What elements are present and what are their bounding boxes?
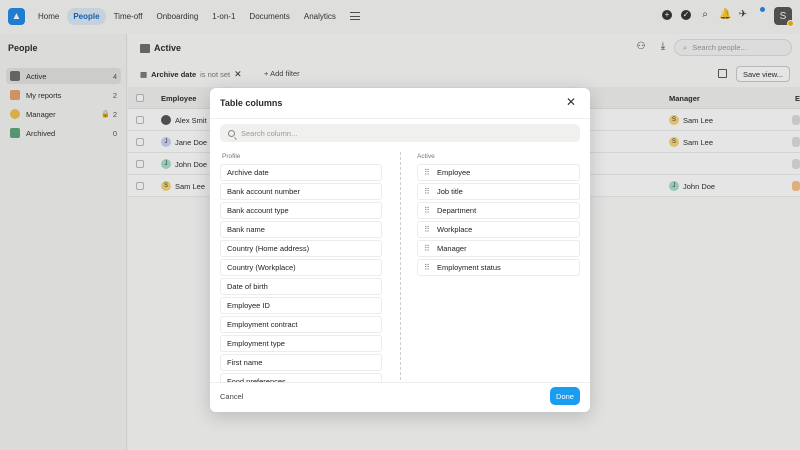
list-item[interactable]: Bank name (220, 221, 382, 238)
drag-handle-icon[interactable]: ⠿ (424, 206, 431, 215)
list-item[interactable]: Date of birth (220, 278, 382, 295)
active-columns-list: ⠿ Employee ⠿ Job title ⠿ Department ⠿ Wo… (417, 164, 580, 278)
cancel-button[interactable]: Cancel (220, 392, 243, 401)
active-column-label: Department (437, 206, 477, 215)
list-item[interactable]: First name (220, 354, 382, 371)
list-item[interactable]: Employment contract (220, 316, 382, 333)
active-column-label: Employee (437, 168, 471, 177)
profile-section-label: Profile (222, 153, 241, 160)
active-column-item[interactable]: ⠿ Employee (417, 164, 580, 181)
active-column-label: Manager (437, 244, 467, 253)
drag-handle-icon[interactable]: ⠿ (424, 244, 431, 253)
active-section-label: Active (417, 153, 435, 160)
active-column-item[interactable]: ⠿ Job title (417, 183, 580, 200)
list-item[interactable]: Bank account type (220, 202, 382, 219)
active-column-item[interactable]: ⠿ Department (417, 202, 580, 219)
close-icon[interactable]: ✕ (565, 96, 577, 108)
dialog-title: Table columns (220, 98, 283, 108)
drag-handle-icon[interactable]: ⠿ (424, 187, 431, 196)
divider (210, 118, 590, 119)
drag-handle-icon[interactable]: ⠿ (424, 168, 431, 177)
column-search-placeholder: Search column... (241, 128, 298, 138)
active-column-item[interactable]: ⠿ Manager (417, 240, 580, 257)
list-item[interactable]: Archive date (220, 164, 382, 181)
list-item[interactable]: Bank account number (220, 183, 382, 200)
active-column-item[interactable]: ⠿ Workplace (417, 221, 580, 238)
active-column-label: Job title (437, 187, 463, 196)
drag-handle-icon[interactable]: ⠿ (424, 263, 431, 272)
search-icon (228, 129, 235, 137)
table-columns-dialog: Table columns ✕ Search column... Profile… (210, 88, 590, 412)
active-column-label: Workplace (437, 225, 473, 234)
list-item[interactable]: Employment type (220, 335, 382, 352)
active-column-item[interactable]: ⠿ Employment status (417, 259, 580, 276)
column-search-input[interactable]: Search column... (220, 124, 580, 142)
dialog-footer: Cancel Done (210, 382, 590, 412)
list-item[interactable]: Country (Workplace) (220, 259, 382, 276)
column-divider (400, 152, 401, 380)
list-item[interactable]: Country (Home address) (220, 240, 382, 257)
list-item[interactable]: Food preferences (220, 373, 382, 382)
drag-handle-icon[interactable]: ⠿ (424, 225, 431, 234)
profile-columns-list: Archive date Bank account number Bank ac… (220, 164, 382, 382)
active-column-label: Employment status (437, 263, 501, 272)
done-button[interactable]: Done (550, 387, 580, 405)
list-item[interactable]: Employee ID (220, 297, 382, 314)
